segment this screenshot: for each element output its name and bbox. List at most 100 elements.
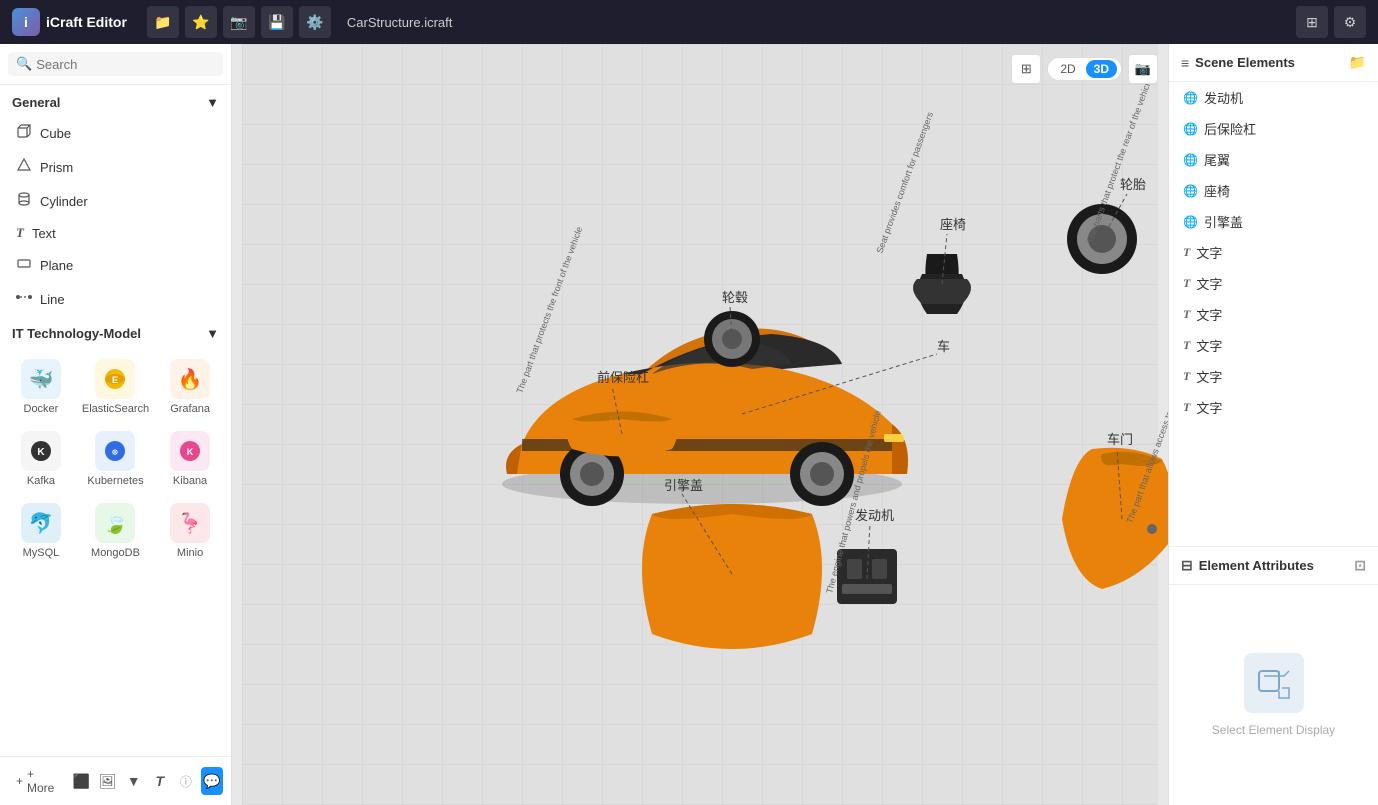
save-icon[interactable]: 💾	[261, 6, 293, 38]
it-item-mongodb[interactable]: 🍃 MongoDB	[78, 497, 153, 565]
scene-item-text6[interactable]: T 文字	[1169, 392, 1378, 423]
scene-folder-icon[interactable]: 📁	[1349, 54, 1366, 71]
text-icon-3: T	[1183, 307, 1190, 322]
search-bar: 🔍	[0, 44, 231, 85]
logo-icon: i	[12, 8, 40, 36]
toggle-3d[interactable]: 3D	[1086, 60, 1117, 78]
prism-icon	[16, 157, 32, 177]
svg-text:K: K	[37, 447, 45, 458]
scene-item-text5[interactable]: T 文字	[1169, 361, 1378, 392]
text-icon-2: T	[1183, 276, 1190, 291]
app-logo: i iCraft Editor	[12, 8, 127, 36]
image-icon[interactable]: 🖼	[97, 767, 119, 795]
scene-item-engine[interactable]: 🌐 发动机	[1169, 82, 1378, 113]
settings2-icon[interactable]: ⚙	[1334, 6, 1366, 38]
scene-item-rear-label: 后保险杠	[1204, 119, 1256, 138]
scene-item-text3-label: 文字	[1196, 305, 1222, 324]
scene-item-hood[interactable]: 🌐 引擎盖	[1169, 206, 1378, 237]
sidebar-item-plane[interactable]: Plane	[0, 248, 231, 282]
it-item-elasticsearch[interactable]: E ElasticSearch	[78, 353, 153, 421]
grafana-label: Grafana	[170, 403, 210, 415]
minio-label: Minio	[177, 547, 203, 559]
sidebar-item-text[interactable]: T Text	[0, 218, 231, 248]
camera-icon[interactable]: 📷	[223, 6, 255, 38]
sidebar-item-cylinder[interactable]: Cylinder	[0, 184, 231, 218]
view-toggle: 2D 3D	[1047, 57, 1122, 81]
scene-elements-label: Scene Elements	[1195, 55, 1295, 70]
attr-expand-icon[interactable]: ⊡	[1354, 557, 1366, 574]
prism-label: Prism	[40, 160, 73, 175]
left-sidebar: 🔍 General ▼ Cube	[0, 44, 232, 805]
elasticsearch-label: ElasticSearch	[82, 403, 149, 415]
text-bottom-icon[interactable]: T	[149, 767, 171, 795]
right-icons: ⊞ ⚙	[1296, 6, 1366, 38]
globe-icon-engine: 🌐	[1183, 91, 1198, 105]
screenshot-canvas-icon[interactable]: 📷	[1128, 54, 1158, 84]
right-sidebar: ≡ Scene Elements 📁 🌐 发动机 🌐 后保险杠 🌐 尾翼 🌐 座…	[1168, 44, 1378, 805]
grid-view-icon[interactable]: ⊞	[1011, 54, 1041, 84]
kibana-label: Kibana	[173, 475, 207, 487]
scene-item-text4[interactable]: T 文字	[1169, 330, 1378, 361]
star-icon[interactable]: ⭐	[185, 6, 217, 38]
cylinder-label: Cylinder	[40, 194, 88, 209]
sidebar-item-line[interactable]: Line	[0, 282, 231, 316]
it-item-kibana[interactable]: K Kibana	[157, 425, 223, 493]
settings-icon[interactable]: ⚙️	[299, 6, 331, 38]
layout-icon[interactable]: ⊞	[1296, 6, 1328, 38]
scene-item-rear-bumper[interactable]: 🌐 后保险杠	[1169, 113, 1378, 144]
app-title: iCraft Editor	[46, 14, 127, 30]
globe-icon-rear: 🌐	[1183, 122, 1198, 136]
sidebar-item-cube[interactable]: Cube	[0, 116, 231, 150]
canvas-area[interactable]: ⊞ 2D 3D 📷	[232, 44, 1168, 805]
kafka-label: Kafka	[27, 475, 55, 487]
it-grid: 🐳 Docker E ElasticSearch 🔥 Gra	[0, 349, 231, 569]
it-section-header[interactable]: IT Technology-Model ▼	[0, 316, 231, 349]
chevron-down-icon: ▼	[206, 95, 219, 110]
it-item-kafka[interactable]: K Kafka	[8, 425, 74, 493]
scene-item-text3[interactable]: T 文字	[1169, 299, 1378, 330]
sidebar-bottom: + + More ⬛ 🖼 ▼ T ⓘ 💬	[0, 756, 231, 805]
scene-item-seat[interactable]: 🌐 座椅	[1169, 175, 1378, 206]
general-section-header[interactable]: General ▼	[0, 85, 231, 116]
toolbar-icons: 📁 ⭐ 📷 💾 ⚙️	[147, 6, 331, 38]
search-input[interactable]	[36, 57, 215, 72]
scene-item-text1-label: 文字	[1196, 243, 1222, 262]
scene-canvas[interactable]: 轮胎 座椅 轮毂 后保险杠 前保险杠 引擎盖 发动机 车 车门	[232, 44, 1168, 805]
scene-item-text1[interactable]: T 文字	[1169, 237, 1378, 268]
it-item-docker[interactable]: 🐳 Docker	[8, 353, 74, 421]
cylinder-icon	[16, 191, 32, 211]
main-layout: 🔍 General ▼ Cube	[0, 44, 1378, 805]
filename: CarStructure.icraft	[347, 15, 452, 30]
more-label: + More	[27, 767, 54, 795]
svg-text:K: K	[187, 447, 194, 457]
text-icon-5: T	[1183, 369, 1190, 384]
more-button[interactable]: + + More	[8, 763, 62, 799]
canvas-toolbar: ⊞ 2D 3D 📷	[1011, 54, 1158, 84]
label-yqg: 引擎盖	[664, 478, 703, 493]
it-item-mysql[interactable]: 🐬 MySQL	[8, 497, 74, 565]
plane-icon	[16, 255, 32, 275]
scene-item-text2[interactable]: T 文字	[1169, 268, 1378, 299]
text-label: Text	[32, 226, 56, 241]
scene-list: 🌐 发动机 🌐 后保险杠 🌐 尾翼 🌐 座椅 🌐 引擎盖 T 文字	[1169, 82, 1378, 546]
it-item-grafana[interactable]: 🔥 Grafana	[157, 353, 223, 421]
plane-label: Plane	[40, 258, 73, 273]
it-label: IT Technology-Model	[12, 326, 141, 341]
sidebar-item-prism[interactable]: Prism	[0, 150, 231, 184]
text-icon-4: T	[1183, 338, 1190, 353]
cube-label: Cube	[40, 126, 71, 141]
label-luntai: 轮胎	[1120, 177, 1146, 192]
cube-bottom-icon[interactable]: ⬛	[70, 767, 92, 795]
chat-icon[interactable]: 💬	[201, 767, 223, 795]
scene-item-tail-label: 尾翼	[1204, 150, 1230, 169]
attr-panel-header: ⊟ Element Attributes ⊡	[1169, 547, 1378, 585]
scene-item-hood-label: 引擎盖	[1204, 212, 1243, 231]
toggle-2d[interactable]: 2D	[1052, 60, 1083, 78]
chevron-bottom-icon[interactable]: ▼	[123, 767, 145, 795]
it-item-kubernetes[interactable]: ☸ Kubernetes	[78, 425, 153, 493]
it-item-minio[interactable]: 🦩 Minio	[157, 497, 223, 565]
open-file-icon[interactable]: 📁	[147, 6, 179, 38]
scene-item-tailwing[interactable]: 🌐 尾翼	[1169, 144, 1378, 175]
info-icon[interactable]: ⓘ	[175, 767, 197, 795]
scene-item-text4-label: 文字	[1196, 336, 1222, 355]
